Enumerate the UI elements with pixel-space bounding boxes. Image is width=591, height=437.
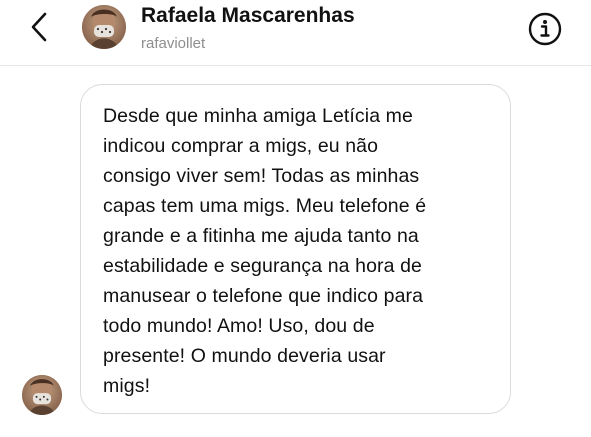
message-line: manusear o telefone que indico para <box>103 285 424 307</box>
avatar-photo <box>22 375 62 415</box>
message-line: consigo viver sem! Todas as minhas <box>103 165 420 187</box>
message-line: estabilidade e segurança na hora de <box>103 255 422 277</box>
message-bubble[interactable]: Desde que minha amiga Letícia me indicou… <box>80 84 511 414</box>
message-line: capas tem uma migs. Meu telefone é <box>103 195 427 217</box>
contact-name[interactable]: Rafaela Mascarenhas <box>141 4 355 28</box>
avatar-photo <box>82 5 126 49</box>
back-button[interactable] <box>24 10 56 44</box>
message-line: todo mundo! Amo! Uso, dou de <box>103 315 375 337</box>
info-button[interactable] <box>527 11 563 47</box>
message-line: indicou comprar a migs, eu não <box>103 135 379 157</box>
message-text: Desde que minha amiga Letícia me indicou… <box>103 101 490 401</box>
message-line: Desde que minha amiga Letícia me <box>103 105 413 127</box>
message-line: grande e a fitinha me ajuda tanto na <box>103 225 419 247</box>
chevron-left-icon <box>31 12 47 42</box>
info-circle-icon <box>528 12 562 46</box>
message-line: migs! <box>103 375 151 397</box>
message-row: Desde que minha amiga Letícia me indicou… <box>0 66 591 437</box>
contact-username: rafaviollet <box>141 35 206 52</box>
message-line: presente! O mundo deveria usar <box>103 345 386 367</box>
contact-avatar[interactable] <box>82 5 126 49</box>
sender-avatar[interactable] <box>22 375 62 415</box>
conversation-header: Rafaela Mascarenhas rafaviollet <box>0 0 591 66</box>
